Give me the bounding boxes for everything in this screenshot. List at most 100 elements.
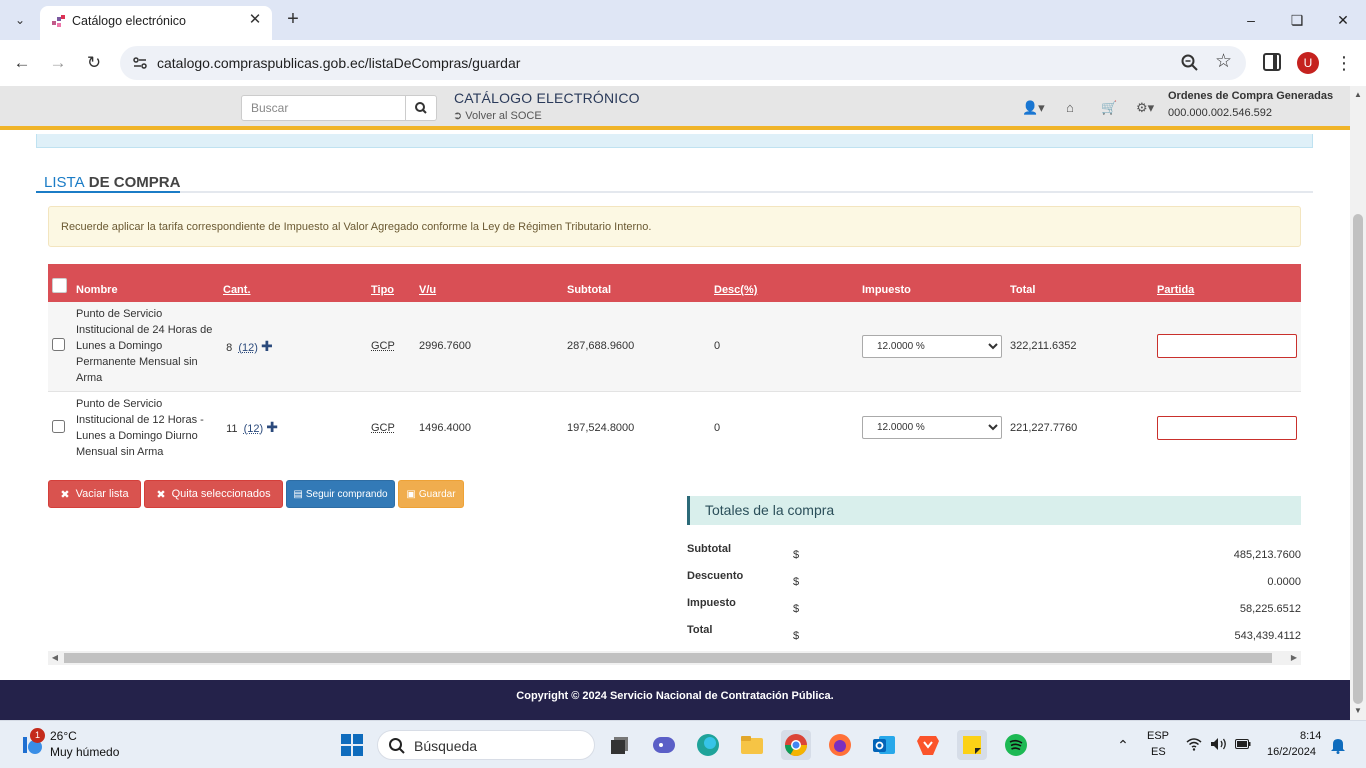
- volume-icon[interactable]: [1210, 737, 1228, 751]
- brave-icon[interactable]: [913, 730, 943, 760]
- exit-icon: ➲: [453, 110, 463, 122]
- wifi-icon[interactable]: [1186, 737, 1202, 751]
- tab-search-chevron-icon[interactable]: ⌄: [8, 8, 32, 32]
- new-tab-button[interactable]: +: [282, 8, 304, 30]
- sticky-notes-icon[interactable]: [957, 730, 987, 760]
- site-header: CATÁLOGO ELECTRÓNICO ➲ Volver al SOCE 👤▾…: [0, 86, 1350, 130]
- table-row: Punto de Servicio Institucional de 12 Ho…: [48, 391, 1301, 464]
- back-button[interactable]: ←: [10, 51, 34, 75]
- profile-avatar[interactable]: U: [1297, 52, 1319, 74]
- clock-date[interactable]: 16/2/2024: [1267, 746, 1316, 758]
- taskbar-search[interactable]: Búsqueda: [377, 730, 595, 760]
- spotify-icon[interactable]: [1001, 730, 1031, 760]
- item-unit-value: 1496.4000: [419, 391, 567, 464]
- tab-close-icon[interactable]: ✕: [246, 11, 264, 29]
- save-button[interactable]: ▣ Guardar: [398, 480, 464, 508]
- browser-tabstrip: ⌄ Catálogo electrónico ✕ + – ❏ ✕: [0, 0, 1366, 40]
- col-descuento[interactable]: Desc(%): [714, 264, 862, 302]
- user-menu-icon[interactable]: 👤▾: [1022, 100, 1045, 116]
- item-qty: 8: [226, 341, 233, 354]
- row-checkbox[interactable]: [52, 338, 65, 352]
- brand-title[interactable]: CATÁLOGO ELECTRÓNICO: [454, 90, 640, 106]
- home-icon[interactable]: ⌂: [1066, 100, 1074, 115]
- show-hidden-icons-icon[interactable]: ⌃: [1108, 730, 1138, 760]
- item-subtotal: 287,688.9600: [567, 302, 714, 392]
- bookmark-star-icon[interactable]: ☆: [1215, 50, 1232, 73]
- search-button[interactable]: [405, 95, 437, 121]
- zoom-icon[interactable]: [1180, 53, 1200, 73]
- currency-symbol: $: [793, 603, 800, 615]
- firefox-icon[interactable]: [825, 730, 855, 760]
- minimize-button[interactable]: –: [1236, 8, 1266, 32]
- purchase-list-table: Nombre Cant. Tipo V/u Subtotal Desc(%) I…: [48, 264, 1301, 464]
- item-qty: 11: [226, 423, 238, 436]
- tax-select[interactable]: 12.0000 %: [862, 334, 1002, 358]
- cart-icon[interactable]: 🛒: [1101, 100, 1117, 116]
- browser-menu-icon[interactable]: ⋮: [1334, 51, 1354, 75]
- settings-gear-icon[interactable]: ⚙▾: [1136, 100, 1154, 116]
- horizontal-scrollbar[interactable]: ◀ ▶: [48, 651, 1301, 665]
- x-icon: ✖: [156, 488, 166, 501]
- reload-button[interactable]: ↻: [82, 51, 106, 75]
- add-quantity-icon[interactable]: ✚: [261, 338, 273, 354]
- weather-description: Muy húmedo: [50, 745, 120, 759]
- side-panel-icon[interactable]: [1263, 53, 1281, 71]
- tax-select[interactable]: 12.0000 %: [862, 416, 1002, 440]
- input-language[interactable]: ESP: [1147, 730, 1169, 742]
- qty-detail-link[interactable]: (12): [238, 342, 258, 354]
- col-cantidad[interactable]: Cant.: [223, 264, 371, 302]
- currency-symbol: $: [793, 630, 800, 642]
- window-close-button[interactable]: ✕: [1328, 8, 1358, 32]
- scroll-right-icon[interactable]: ▶: [1287, 651, 1301, 665]
- vertical-scroll-thumb[interactable]: [1353, 214, 1363, 704]
- search-input[interactable]: [241, 95, 406, 121]
- orders-title: Ordenes de Compra Generadas: [1168, 90, 1334, 102]
- windows-start-icon[interactable]: [337, 730, 367, 760]
- qty-detail-link[interactable]: (12): [244, 423, 264, 435]
- col-partida[interactable]: Partida: [1157, 264, 1301, 302]
- chrome-icon[interactable]: [781, 730, 811, 760]
- vertical-scrollbar[interactable]: ▲ ▼: [1350, 86, 1366, 720]
- select-all-checkbox[interactable]: [52, 278, 67, 293]
- keep-shopping-button[interactable]: ▤ Seguir comprando: [286, 480, 395, 508]
- clear-list-button[interactable]: ✖ Vaciar lista: [48, 480, 141, 508]
- col-vu[interactable]: V/u: [419, 264, 567, 302]
- weather-temperature: 26°C: [50, 729, 77, 743]
- teams-meet-icon[interactable]: [649, 730, 679, 760]
- qty-cell: 11 (12) ✚: [223, 391, 371, 464]
- save-label: Guardar: [418, 488, 456, 500]
- browser-tab[interactable]: Catálogo electrónico ✕: [40, 6, 272, 40]
- battery-icon[interactable]: [1235, 739, 1251, 749]
- col-tipo[interactable]: Tipo: [371, 264, 419, 302]
- row-select-cell: [48, 302, 76, 392]
- horizontal-scroll-thumb[interactable]: [64, 653, 1272, 663]
- remove-selected-button[interactable]: ✖ Quita seleccionados: [144, 480, 283, 508]
- back-to-soce-link[interactable]: ➲ Volver al SOCE: [453, 109, 542, 122]
- partida-input[interactable]: [1157, 415, 1297, 440]
- scroll-down-icon[interactable]: ▼: [1350, 704, 1366, 718]
- forward-button[interactable]: →: [46, 51, 70, 75]
- address-bar[interactable]: catalogo.compraspublicas.gob.ec/listaDeC…: [120, 46, 1246, 80]
- type-cell: GCP: [371, 302, 419, 392]
- totals-value: 58,225.6512: [1239, 603, 1301, 615]
- item-discount: 0: [714, 391, 862, 464]
- inbox-icon: ▤: [293, 488, 303, 500]
- restore-button[interactable]: ❏: [1282, 8, 1312, 32]
- currency-symbol: $: [793, 576, 800, 588]
- task-view-icon[interactable]: [606, 730, 636, 760]
- row-checkbox[interactable]: [52, 419, 65, 433]
- site-settings-icon[interactable]: [132, 55, 148, 71]
- partida-cell: [1157, 391, 1301, 464]
- outlook-icon[interactable]: [869, 730, 899, 760]
- scroll-left-icon[interactable]: ◀: [48, 651, 62, 665]
- tax-warning-alert: Recuerde aplicar la tarifa correspondien…: [48, 206, 1301, 247]
- taskbar: 1 26°C Muy húmedo Búsqueda ⌃ ESP ES 8:14…: [0, 720, 1366, 768]
- clock-time[interactable]: 8:14: [1300, 730, 1321, 742]
- partida-cell: [1157, 302, 1301, 392]
- scroll-up-icon[interactable]: ▲: [1350, 88, 1366, 102]
- file-explorer-icon[interactable]: [737, 730, 767, 760]
- partida-input[interactable]: [1157, 334, 1297, 359]
- add-quantity-icon[interactable]: ✚: [266, 419, 278, 435]
- notification-bell-icon[interactable]: [1330, 736, 1346, 754]
- edge-icon[interactable]: [693, 730, 723, 760]
